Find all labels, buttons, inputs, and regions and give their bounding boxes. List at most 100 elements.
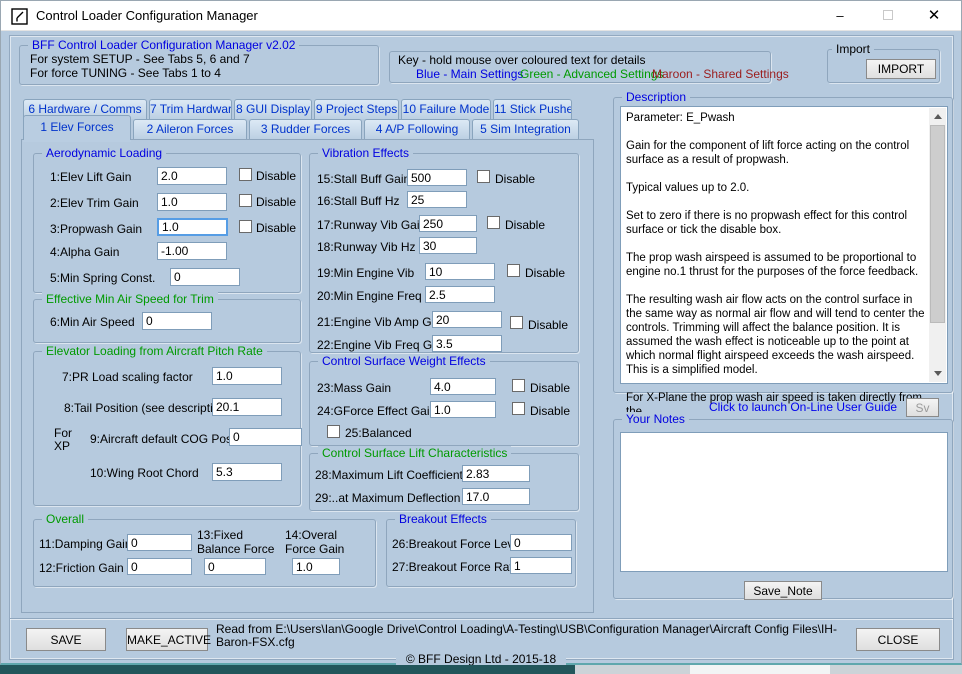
description-scrollbar[interactable]: [929, 108, 946, 382]
stall-buff-gain-label: 15:Stall Buff Gain: [317, 172, 410, 186]
tail-position-label: 8:Tail Position (see description): [64, 401, 230, 415]
min-air-speed-groupbox: Effective Min Air Speed for Trim 6:Min A…: [33, 299, 301, 343]
runway-vib-hz-input[interactable]: [419, 237, 477, 254]
copyright-text: © BFF Design Ltd - 2015-18: [396, 652, 566, 666]
runway-vib-hz-label: 18:Runway Vib Hz: [317, 240, 416, 254]
at-max-deflection-input[interactable]: [462, 488, 530, 505]
elev-trim-gain-input[interactable]: [157, 193, 227, 211]
key-groupbox: Key - hold mouse over coloured text for …: [389, 51, 771, 83]
vibration-effects-groupbox: Vibration Effects 15:Stall Buff Gain Dis…: [309, 153, 579, 353]
gforce-effect-gain-input[interactable]: [430, 401, 496, 418]
elev-trim-disable-checkbox[interactable]: [239, 194, 252, 207]
tab-trim-hardware[interactable]: 7 Trim Hardware: [149, 99, 232, 119]
fixed-balance-force-input[interactable]: [204, 558, 266, 575]
tab-project-steps[interactable]: 9 Project Steps: [314, 99, 399, 119]
lift-characteristics-title: Control Surface Lift Characteristics: [318, 446, 511, 460]
titlebar: Control Loader Configuration Manager – ✕: [1, 1, 961, 31]
import-button[interactable]: IMPORT: [866, 59, 936, 79]
description-textbox[interactable]: Parameter: E_Pwash Gain for the componen…: [620, 106, 948, 384]
propwash-gain-input[interactable]: [157, 218, 228, 236]
screen: Control Loader Configuration Manager – ✕…: [0, 0, 962, 674]
min-spring-const-input[interactable]: [170, 268, 240, 286]
mass-gain-input[interactable]: [430, 378, 496, 395]
tab-failure-mode[interactable]: 10 Failure Mode: [401, 99, 491, 119]
tab-stick-pusher[interactable]: 11 Stick Pusher: [493, 99, 572, 119]
tab-aileron-forces[interactable]: 2 Aileron Forces: [133, 119, 247, 139]
save-note-button[interactable]: Save_Note: [744, 581, 822, 600]
close-button[interactable]: CLOSE: [856, 628, 940, 651]
max-lift-coefficient-input[interactable]: [462, 465, 530, 482]
pr-load-scaling-input[interactable]: [212, 367, 282, 385]
scroll-up-icon[interactable]: [929, 108, 946, 125]
close-window-button[interactable]: ✕: [913, 1, 955, 30]
key-advanced-settings: Green - Advanced Settings: [520, 67, 663, 81]
tail-position-input[interactable]: [212, 398, 282, 416]
sv-button[interactable]: Sv: [906, 398, 939, 417]
minimize-button[interactable]: –: [819, 1, 861, 30]
stall-buff-hz-input[interactable]: [407, 191, 467, 208]
app-info-title: BFF Control Loader Configuration Manager…: [28, 38, 299, 52]
engine-vib-freq-gain-input[interactable]: [432, 335, 502, 352]
tab-row-front: 1 Elev Forces 2 Aileron Forces 3 Rudder …: [23, 119, 581, 139]
alpha-gain-label: 4:Alpha Gain: [50, 245, 119, 259]
notes-title: Your Notes: [622, 412, 689, 426]
damping-gain-input[interactable]: [127, 534, 192, 551]
overall-force-gain-input[interactable]: [292, 558, 340, 575]
friction-gain-input[interactable]: [127, 558, 192, 575]
min-engine-vib-disable-checkbox[interactable]: [507, 264, 520, 277]
runway-vib-gain-input[interactable]: [419, 215, 477, 232]
overall-force-gain-label: 14:Overal Force Gain: [285, 528, 355, 556]
mass-gain-disable-checkbox[interactable]: [512, 379, 525, 392]
elev-lift-disable-checkbox[interactable]: [239, 168, 252, 181]
taskbar-strip: [0, 665, 962, 674]
disable-label: Disable: [530, 404, 570, 418]
breakout-force-level-input[interactable]: [510, 534, 572, 551]
breakout-effects-title: Breakout Effects: [395, 512, 491, 526]
disable-label: Disable: [505, 218, 545, 232]
mass-gain-label: 23:Mass Gain: [317, 381, 391, 395]
tuning-hint: For force TUNING - See Tabs 1 to 4: [30, 66, 221, 80]
setup-hint: For system SETUP - See Tabs 5, 6 and 7: [30, 52, 250, 66]
stall-buff-gain-input[interactable]: [407, 169, 467, 186]
alpha-gain-input[interactable]: [157, 242, 227, 260]
disable-label: Disable: [256, 195, 296, 209]
pitch-rate-groupbox: Elevator Loading from Aircraft Pitch Rat…: [33, 351, 301, 506]
balanced-checkbox[interactable]: [327, 425, 340, 438]
wing-root-chord-input[interactable]: [212, 463, 282, 481]
breakout-force-rate-input[interactable]: [510, 557, 572, 574]
stall-buff-hz-label: 16:Stall Buff Hz: [317, 194, 400, 208]
runway-vib-disable-checkbox[interactable]: [487, 216, 500, 229]
cog-pos-input[interactable]: [229, 428, 302, 446]
cog-pos-label: 9:Aircraft default COG Pos: [90, 432, 232, 446]
min-engine-freq-input[interactable]: [425, 286, 495, 303]
vibration-effects-title: Vibration Effects: [318, 146, 413, 160]
stall-buff-disable-checkbox[interactable]: [477, 170, 490, 183]
disable-label: Disable: [530, 381, 570, 395]
min-engine-vib-input[interactable]: [425, 263, 495, 280]
disable-label: Disable: [528, 318, 568, 332]
tab-gui-display[interactable]: 8 GUI Display: [234, 99, 312, 119]
scrollbar-thumb[interactable]: [930, 125, 945, 323]
tab-rudder-forces[interactable]: 3 Rudder Forces: [249, 119, 362, 139]
engine-vib-amp-disable-checkbox[interactable]: [510, 316, 523, 329]
tab-ap-following[interactable]: 4 A/P Following: [364, 119, 470, 139]
description-title: Description: [622, 90, 690, 104]
disable-label: Disable: [256, 169, 296, 183]
elev-lift-gain-input[interactable]: [157, 167, 227, 185]
scroll-down-icon[interactable]: [929, 365, 946, 382]
notes-textarea[interactable]: [620, 432, 948, 572]
gforce-disable-checkbox[interactable]: [512, 402, 525, 415]
tab-sim-integration[interactable]: 5 Sim Integration: [472, 119, 579, 139]
maximize-button[interactable]: [867, 1, 909, 30]
make-active-button[interactable]: MAKE_ACTIVE: [126, 628, 208, 651]
tab-elev-forces[interactable]: 1 Elev Forces: [23, 115, 131, 140]
engine-vib-amp-gain-input[interactable]: [432, 311, 502, 328]
min-air-speed-input[interactable]: [142, 312, 212, 330]
breakout-force-rate-label: 27:Breakout Force Rate: [392, 560, 519, 574]
copyright-line: © BFF Design Ltd - 2015-18: [1, 652, 961, 666]
propwash-disable-checkbox[interactable]: [239, 220, 252, 233]
save-button[interactable]: SAVE: [26, 628, 106, 651]
elev-lift-gain-label: 1:Elev Lift Gain: [50, 170, 131, 184]
overall-groupbox: Overall 11:Damping Gain 12:Friction Gain…: [33, 519, 376, 587]
pr-load-scaling-label: 7:PR Load scaling factor: [62, 370, 193, 384]
